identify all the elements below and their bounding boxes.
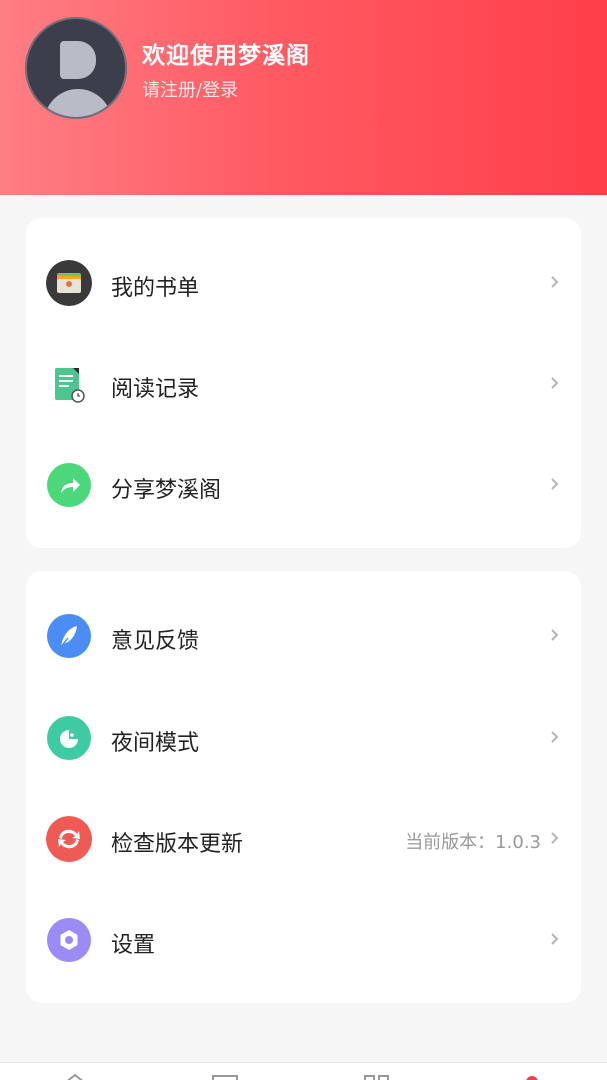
profile-header: 欢迎使用梦溪阁 请注册/登录 [0,0,607,195]
avatar-head-shape [60,41,96,79]
refresh-icon [46,816,92,862]
reading-record-icon [55,368,85,403]
gear-icon [47,918,91,962]
menu-item-label: 意见反馈 [111,629,200,654]
chevron-right-icon [551,377,559,389]
menu-item-label: 夜间模式 [111,731,200,756]
feather-icon [47,614,91,658]
login-link[interactable]: 请注册/登录 [142,76,238,102]
avatar-body-shape [44,89,112,117]
category-tab-icon[interactable] [362,1073,392,1080]
bookshelf-tab-icon[interactable] [210,1073,240,1080]
menu-item-feedback[interactable]: 意见反馈 [26,601,581,671]
home-tab-icon[interactable] [60,1073,90,1080]
night-mode-icon [47,716,91,760]
menu-item-reading-record[interactable]: 阅读记录 [26,349,581,419]
menu-item-share[interactable]: 分享梦溪阁 [26,450,581,520]
avatar[interactable] [25,17,127,119]
menu-item-label: 阅读记录 [111,377,200,402]
menu-item-check-update[interactable]: 检查版本更新 当前版本：1.0.3 [26,804,581,874]
menu-item-label: 检查版本更新 [111,832,244,857]
menu-card-1: 我的书单 阅读记录 分享梦溪阁 [26,218,581,548]
menu-item-settings[interactable]: 设置 [26,905,581,975]
menu-item-label: 分享梦溪阁 [111,478,222,503]
menu-item-label: 我的书单 [111,276,200,301]
chevron-right-icon [551,832,559,844]
menu-item-night-mode[interactable]: 夜间模式 [26,703,581,773]
share-icon [47,463,91,507]
menu-item-booklist[interactable]: 我的书单 [26,248,581,318]
bottom-tab-bar [0,1062,607,1080]
current-version-text: 当前版本：1.0.3 [405,832,541,853]
profile-tab-icon[interactable] [517,1073,547,1080]
chevron-right-icon [551,629,559,641]
menu-card-2: 意见反馈 夜间模式 检查版本更新 当前版本：1.0.3 设置 [26,571,581,1003]
chevron-right-icon [551,276,559,288]
wallet-icon [46,260,92,306]
chevron-right-icon [551,933,559,945]
welcome-title: 欢迎使用梦溪阁 [142,43,310,69]
chevron-right-icon [551,478,559,490]
chevron-right-icon [551,731,559,743]
menu-item-label: 设置 [111,933,156,958]
